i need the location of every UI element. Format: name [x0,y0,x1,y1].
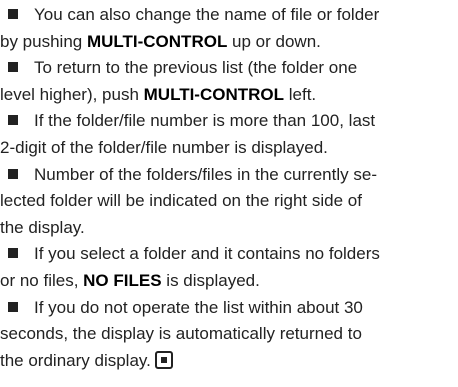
note-text: If you select a folder and it contains n… [34,244,380,264]
note-text: Number of the folders/files in the curre… [34,164,377,184]
note-line: level higher), push MULTI-CONTROL left. [0,82,458,109]
note-item: To return to the previous list (the fold… [0,55,458,108]
notes-section: You can also change the name of file or … [0,2,458,374]
note-line: seconds, the display is automatically re… [0,321,458,348]
note-text: left. [284,84,317,104]
note-text: the ordinary display. [0,350,151,370]
note-text: the display. [0,217,85,237]
note-line: lected folder will be indicated on the r… [0,188,458,215]
note-item: If you select a folder and it contains n… [0,241,458,294]
note-item: Number of the folders/files in the curre… [0,162,458,242]
control-keyword: MULTI-CONTROL [143,84,285,104]
note-item: If the folder/file number is more than 1… [0,108,458,161]
note-line: or no files, NO FILES is displayed. [0,268,458,295]
note-text: by pushing [0,31,87,51]
note-line: the ordinary display. [0,348,458,375]
note-line: If you select a folder and it contains n… [0,241,458,268]
note-line: Number of the folders/files in the curre… [0,162,458,189]
note-text: lected folder will be indicated on the r… [0,191,362,211]
note-line: 2-digit of the folder/file number is dis… [0,135,458,162]
square-bullet-icon [8,115,18,126]
square-bullet-icon [8,168,18,179]
square-bullet-icon [8,248,18,259]
note-line: You can also change the name of file or … [0,2,458,29]
note-line: If the folder/file number is more than 1… [0,108,458,135]
square-bullet-icon [8,301,18,312]
note-text: To return to the previous list (the fold… [34,58,358,78]
note-text: up or down. [227,31,321,51]
note-item: You can also change the name of file or … [0,2,458,55]
note-item: If you do not operate the list within ab… [0,295,458,375]
note-text: seconds, the display is automatically re… [0,324,362,344]
end-of-section-icon [154,350,173,369]
note-text: 2-digit of the folder/file number is dis… [0,137,328,157]
square-bullet-icon [8,62,18,73]
note-text: You can also change the name of file or … [34,5,380,24]
control-keyword: MULTI-CONTROL [86,31,228,51]
note-line: To return to the previous list (the fold… [0,55,458,82]
note-text: is displayed. [161,270,260,290]
note-text: level higher), push [0,84,144,104]
status-keyword: NO FILES [83,270,162,290]
square-bullet-icon [8,9,18,19]
note-line: the display. [0,215,458,242]
note-text: or no files, [0,270,84,290]
note-text: If the folder/file number is more than 1… [34,111,376,131]
note-text: If you do not operate the list within ab… [34,297,363,317]
note-line: If you do not operate the list within ab… [0,295,458,322]
note-line: by pushing MULTI-CONTROL up or down. [0,29,458,56]
